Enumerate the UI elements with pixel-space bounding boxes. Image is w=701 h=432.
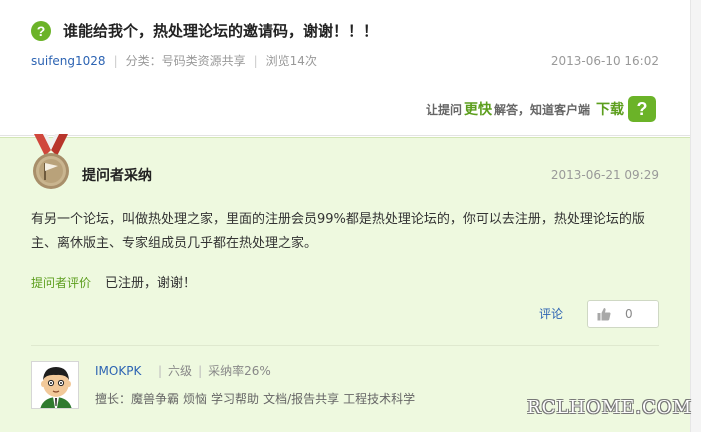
expertise-tag[interactable]: 魔兽争霸 <box>131 392 179 406</box>
download-link[interactable]: 下载 <box>596 99 624 119</box>
evaluation-text: 已注册，谢谢！ <box>105 276 197 291</box>
like-count: 0 <box>625 307 633 321</box>
answer-date: 2013-06-21 09:29 <box>550 168 659 182</box>
accepted-answer-title: 提问者采纳 <box>82 168 152 184</box>
asker-link[interactable]: suifeng1028 <box>31 54 106 68</box>
question-mark-icon[interactable]: ? <box>628 96 656 122</box>
answerer-expertise: 擅长：魔兽争霸 烦恼 学习帮助 文档/报告共享 工程技术科学 <box>95 391 419 407</box>
client-download-banner[interactable]: 让提问 更快 解答，知道客户端 下载 ? <box>426 96 656 122</box>
expertise-tag[interactable]: 文档/报告共享 <box>263 392 339 406</box>
accept-rate: 采纳率26% <box>208 364 271 378</box>
scrollbar-track[interactable] <box>690 0 701 432</box>
divider <box>31 345 659 346</box>
answer-text: 有另一个论坛，叫做热处理之家，里面的注册会员99%都是热处理论坛的，你可以去注册… <box>31 212 645 251</box>
answerer-stats: | 六级 | 采纳率26% <box>158 364 271 378</box>
promo-highlight: 更快 <box>463 102 492 118</box>
question-icon: ? <box>31 21 51 41</box>
medal-icon <box>33 134 69 189</box>
question-category[interactable]: 分类：号码类资源共享 <box>126 54 246 68</box>
cartoon-avatar-icon <box>32 362 78 408</box>
like-button[interactable]: 0 <box>587 300 659 328</box>
asker-evaluation: 提问者评价 已注册，谢谢！ <box>31 274 196 293</box>
promo-text-pre: 让提问 <box>425 102 462 117</box>
question-panel: ? 谁能给我个，热处理论坛的邀请码，谢谢！！！ suifeng1028 | 分类：号… <box>0 0 690 136</box>
answerer-level: 六级 <box>168 364 193 378</box>
question-date: 2013-06-10 16:02 <box>550 54 659 68</box>
comment-link[interactable]: 评论 <box>539 306 563 322</box>
watermark: RCLHOME.COM <box>527 397 692 418</box>
promo-text-post: 解答，知道客户端 <box>493 102 590 117</box>
question-meta: suifeng1028 | 分类：号码类资源共享 | 浏览14次 <box>31 54 317 68</box>
expertise-tag[interactable]: 烦恼 <box>183 392 207 406</box>
question-title: 谁能给我个，热处理论坛的邀请码，谢谢！！！ <box>63 22 379 40</box>
answerer-name-link[interactable]: IMOKPK <box>95 363 141 379</box>
accepted-answer-panel: 提问者采纳 2013-06-21 09:29 有另一个论坛，叫做热处理之家，里面… <box>0 134 690 432</box>
thumbs-up-icon <box>597 308 611 321</box>
expertise-tag[interactable]: 工程技术科学 <box>343 392 415 406</box>
view-count: 浏览14次 <box>265 54 317 68</box>
expertise-tag[interactable]: 学习帮助 <box>211 392 259 406</box>
expertise-label: 擅长： <box>95 392 132 406</box>
evaluation-label: 提问者评价 <box>31 276 92 290</box>
avatar[interactable] <box>31 361 79 409</box>
